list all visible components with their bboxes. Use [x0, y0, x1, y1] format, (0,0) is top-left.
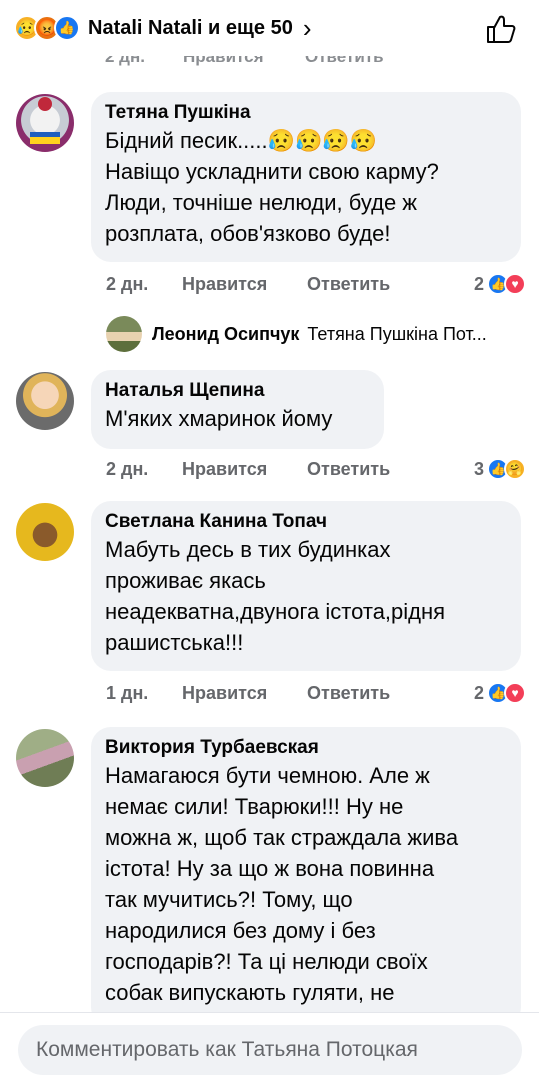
comment-text: М'яких хмаринок йому — [105, 406, 333, 431]
comment-text: Мабуть десь в тих будинках проживає якас… — [105, 537, 446, 655]
comment-text: Намагаюся бути чемною. Але ж немає сили!… — [105, 763, 459, 1005]
reply-button[interactable]: Ответить — [307, 274, 474, 295]
chevron-right-icon[interactable]: › — [303, 13, 312, 44]
reply-author[interactable]: Леонид Осипчук — [152, 324, 299, 345]
comment-bubble[interactable]: Тетяна Пушкіна Бідний песик.....😥😥😥😥 Нав… — [91, 92, 521, 262]
avatar[interactable] — [16, 729, 74, 787]
comment-author[interactable]: Тетяна Пушкіна — [105, 101, 507, 125]
comment-author[interactable]: Виктория Турбаевская — [105, 736, 507, 760]
heart-icon: ♥ — [504, 273, 526, 295]
care-emoji-icon: 🤗 — [504, 458, 526, 480]
heart-icon: ♥ — [504, 682, 526, 704]
thumbs-up-icon[interactable] — [485, 13, 517, 45]
comment-bubble[interactable]: Наталья Щепина М'яких хмаринок йому — [91, 370, 384, 449]
reaction-count[interactable]: 2 👍 ♥ — [474, 273, 526, 295]
reply-preview[interactable]: Леонид Осипчук Тетяна Пушкіна Пот... — [106, 316, 487, 352]
comment-author[interactable]: Наталья Щепина — [105, 379, 370, 403]
comment-input[interactable]: Комментировать как Татьяна Потоцкая — [18, 1025, 522, 1075]
reactions-header[interactable]: 😥 😡 👍 Natali Natali и еще 50 › — [0, 0, 539, 56]
comment-actions: 2 дн. Нравится Ответить 3 👍 🤗 — [106, 458, 526, 480]
comment-text: Бідний песик.....😥😥😥😥 Навіщо ускладнити … — [105, 128, 439, 246]
reply-button[interactable]: Ответить — [307, 683, 474, 704]
comment-composer: Комментировать как Татьяна Потоцкая — [0, 1012, 539, 1081]
reactors-summary-text[interactable]: Natali Natali и еще 50 — [88, 17, 293, 40]
comment-actions: 1 дн. Нравится Ответить 2 👍 ♥ — [106, 682, 526, 704]
comment-bubble[interactable]: Виктория Турбаевская Намагаюся бути чемн… — [91, 727, 521, 1027]
like-button[interactable]: Нравится — [182, 274, 307, 295]
previous-comment-actions: 2 дн. Нравится Ответить — [105, 56, 384, 66]
comment-time[interactable]: 2 дн. — [106, 274, 182, 295]
like-button[interactable]: Нравится — [182, 459, 307, 480]
comment-time[interactable]: 2 дн. — [106, 459, 182, 480]
avatar[interactable] — [16, 94, 74, 152]
reply-button[interactable]: Ответить — [307, 459, 474, 480]
reply-text: Тетяна Пушкіна Пот... — [307, 323, 487, 344]
comment-actions: 2 дн. Нравится Ответить 2 👍 ♥ — [106, 273, 526, 295]
comment-author[interactable]: Светлана Канина Топач — [105, 510, 507, 534]
reaction-count[interactable]: 2 👍 ♥ — [474, 682, 526, 704]
like-icon: 👍 — [54, 15, 80, 41]
like-button[interactable]: Нравится — [182, 683, 307, 704]
reaction-summary: 😥 😡 👍 — [14, 15, 80, 41]
avatar[interactable] — [16, 503, 74, 561]
reaction-count[interactable]: 3 👍 🤗 — [474, 458, 526, 480]
comment-time[interactable]: 1 дн. — [106, 683, 182, 704]
avatar[interactable] — [106, 316, 142, 352]
avatar[interactable] — [16, 372, 74, 430]
comment-bubble[interactable]: Светлана Канина Топач Мабуть десь в тих … — [91, 501, 521, 671]
